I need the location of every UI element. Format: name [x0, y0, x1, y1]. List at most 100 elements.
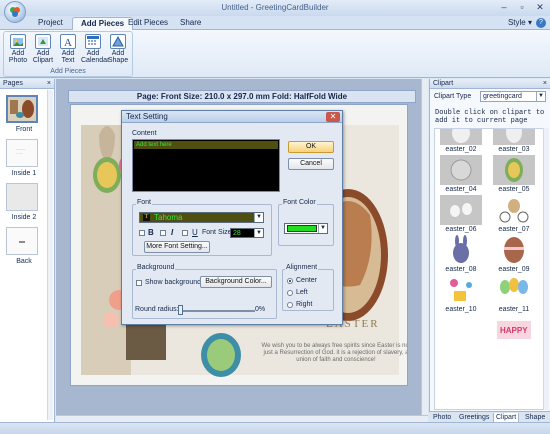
clipart-item[interactable]: easter_07: [488, 195, 540, 234]
page-thumb-front[interactable]: [6, 95, 38, 123]
clipart-item[interactable]: easter_05: [488, 155, 540, 194]
tab-edit-pieces[interactable]: Edit Pieces: [120, 17, 176, 30]
canvas-horizontal-scrollbar[interactable]: [56, 415, 428, 422]
clipart-type-value: greetingcard: [483, 93, 522, 100]
help-icon[interactable]: ?: [536, 18, 546, 28]
clipart-type-label: Clipart Type: [434, 93, 472, 100]
font-size-value: 28: [233, 230, 241, 237]
round-radius-track[interactable]: [181, 310, 255, 312]
add-clipart-button[interactable]: Add Clipart: [31, 34, 55, 64]
font-name-value: Tahoma: [154, 213, 183, 222]
content-label: Content: [132, 130, 157, 137]
add-shape-button[interactable]: Add Shape: [106, 34, 130, 64]
background-color-button[interactable]: Background Color...: [200, 276, 272, 288]
text-setting-dialog: Text Setting ✕ Content Add text here OK …: [121, 110, 343, 325]
ribbon-group-label: Add Pieces: [50, 68, 86, 75]
clipart-item[interactable]: easter_10: [435, 275, 487, 314]
add-photo-label: Add Photo: [8, 50, 28, 64]
clipart-name: easter_06: [445, 226, 477, 233]
clipart-name: easter_10: [445, 306, 477, 313]
svg-text:A: A: [64, 37, 72, 48]
align-left-label: Left: [296, 289, 308, 296]
clipart-item[interactable]: easter_08: [435, 235, 487, 274]
clipart-hint: Double click on clipart to add it to cur…: [435, 109, 545, 125]
app-menu-button[interactable]: [4, 1, 26, 23]
show-background-checkbox[interactable]: [136, 280, 142, 286]
style-menu[interactable]: Style ▾: [508, 18, 532, 27]
page-thumb-inside-1[interactable]: ~~~~ ~~~: [6, 139, 38, 167]
add-text-button[interactable]: A Add Text: [56, 34, 80, 64]
pages-scrollbar[interactable]: [47, 90, 53, 420]
clipart-thumbnail: [440, 155, 482, 185]
clipart-item[interactable]: easter_03: [488, 129, 540, 154]
align-center-radio[interactable]: [287, 278, 293, 284]
add-calendar-button[interactable]: Add Calendar: [81, 34, 109, 64]
clipart-name: easter_04: [445, 186, 477, 193]
page-label-front: Front: [15, 126, 33, 133]
italic-label: I: [171, 228, 174, 237]
page-thumb-inside-2[interactable]: [6, 183, 38, 211]
clipart-thumbnail: [493, 155, 535, 185]
clipart-name: easter_08: [445, 266, 477, 273]
maximize-button[interactable]: ▫: [516, 2, 528, 13]
align-left-radio[interactable]: [287, 290, 293, 296]
clipart-item[interactable]: easter_02: [435, 129, 487, 154]
ribbon-tabs: Project Add Pieces Edit Pieces Share Sty…: [0, 16, 550, 30]
clipart-thumbnail: [440, 195, 482, 225]
clipart-thumbnail: [493, 195, 535, 225]
clipart-thumbnail: [493, 275, 535, 305]
content-textarea[interactable]: Add text here: [132, 139, 280, 192]
align-right-label: Right: [296, 301, 313, 308]
clipart-name: easter_09: [498, 266, 530, 273]
minimize-button[interactable]: –: [498, 2, 510, 13]
canvas-vertical-scrollbar[interactable]: [421, 79, 428, 415]
chevron-down-icon: ▼: [254, 229, 263, 237]
ribbon: Add Photo Add Clipart A Add Text Add Cal…: [0, 30, 550, 78]
underline-checkbox[interactable]: [182, 230, 188, 236]
close-button[interactable]: ✕: [534, 2, 546, 13]
clipart-scrollbar[interactable]: [543, 128, 549, 410]
add-photo-button[interactable]: Add Photo: [6, 34, 30, 64]
dialog-title-bar: Text Setting ✕: [122, 111, 342, 123]
window-controls: – ▫ ✕: [498, 2, 546, 13]
page-label-back: Back: [16, 258, 32, 265]
close-icon[interactable]: ×: [47, 79, 51, 89]
tab-share[interactable]: Share: [172, 17, 209, 30]
round-radius-label: Round radius:: [135, 306, 179, 313]
clipart-item[interactable]: HAPPY: [488, 315, 540, 345]
align-right-radio[interactable]: [287, 302, 293, 308]
ribbon-group-add-pieces: Add Photo Add Clipart A Add Text Add Cal…: [3, 31, 133, 77]
status-bar: [0, 422, 550, 434]
dialog-title: Text Setting: [126, 112, 168, 121]
clipart-item[interactable]: easter_09: [488, 235, 540, 274]
right-panel-tabs: Photo Greetings Clipart Shape: [429, 411, 550, 423]
clipart-thumbnail: [493, 235, 535, 265]
round-radius-slider[interactable]: [178, 305, 183, 315]
bold-checkbox[interactable]: [139, 230, 145, 236]
cancel-button[interactable]: Cancel: [288, 158, 334, 170]
page-label-inside-1: Inside 1: [11, 170, 37, 177]
page-thumb-back[interactable]: [6, 227, 38, 255]
more-font-setting-button[interactable]: More Font Setting...: [144, 241, 210, 253]
chevron-down-icon: ▼: [536, 92, 545, 101]
font-color-picker[interactable]: ▼: [284, 223, 328, 234]
clipart-name: easter_02: [445, 146, 477, 153]
clipart-name: easter_11: [498, 306, 530, 313]
content-text: Add text here: [134, 141, 278, 149]
close-icon[interactable]: ×: [543, 79, 547, 89]
app-logo-icon: [10, 7, 20, 17]
clipart-item[interactable]: easter_04: [435, 155, 487, 194]
font-size-select[interactable]: 28 ▼: [230, 228, 264, 238]
font-name-select[interactable]: T Tahoma ▼: [139, 212, 264, 223]
tab-project[interactable]: Project: [30, 17, 71, 30]
dialog-close-button[interactable]: ✕: [326, 112, 340, 122]
clipart-item[interactable]: easter_11: [488, 275, 540, 314]
clipart-type-select[interactable]: greetingcard ▼: [480, 91, 546, 102]
clipart-panel: Clipart × Clipart Type greetingcard ▼ Do…: [429, 79, 550, 422]
pages-panel-title: Pages: [3, 80, 23, 87]
ok-button[interactable]: OK: [288, 141, 334, 153]
italic-checkbox[interactable]: [160, 230, 166, 236]
underline-label: U: [192, 228, 198, 237]
clipart-item[interactable]: easter_06: [435, 195, 487, 234]
show-background-label: Show background: [145, 279, 202, 286]
